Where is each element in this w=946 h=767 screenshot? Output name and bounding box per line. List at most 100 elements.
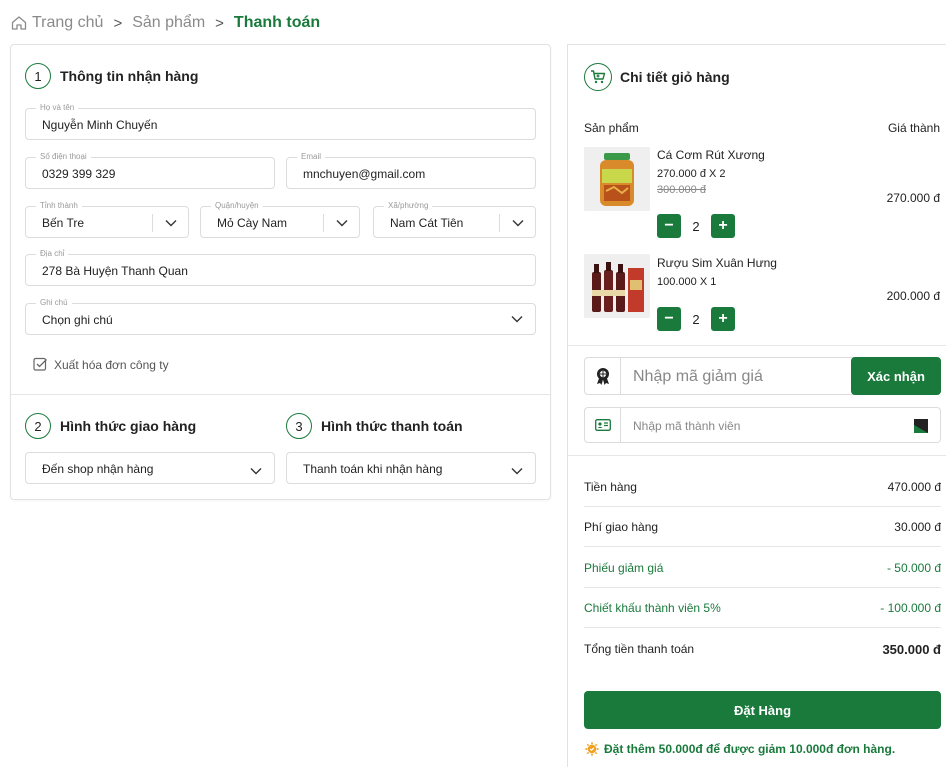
col-product-header: Sản phẩm (584, 121, 639, 135)
coupon-icon (585, 358, 621, 394)
payment-method-header: 3 Hình thức thanh toán (286, 413, 463, 439)
product-old-price: 300.000 đ (657, 184, 706, 196)
field-label: Tỉnh thành (36, 201, 82, 211)
col-price-header: Giá thành (887, 121, 940, 135)
summary-value: 350.000 đ (882, 641, 941, 657)
product-line-total: 200.000 đ (886, 289, 940, 303)
increase-qty-button[interactable]: + (711, 214, 735, 238)
field-value: mnchuyen@gmail.com (303, 167, 426, 181)
member-card-icon (585, 408, 621, 442)
quantity-value[interactable]: 2 (681, 312, 711, 327)
field-label: Ghi chú (36, 298, 72, 308)
step-number: 2 (25, 413, 51, 439)
field-value: 0329 399 329 (42, 167, 116, 181)
breadcrumb-products[interactable]: Sản phẩm (132, 14, 205, 32)
product-unit-price: 270.000 đ X 2 (657, 168, 726, 180)
checkbox-checked-icon[interactable] (33, 357, 48, 372)
product-line-total: 270.000 đ (886, 191, 940, 205)
field-value: Mỏ Cày Nam (217, 216, 288, 230)
cart-icon (584, 63, 612, 91)
select-value: Đến shop nhận hàng (42, 462, 154, 476)
product-image[interactable] (584, 147, 650, 211)
section-divider (568, 345, 946, 346)
field-label: Địa chỉ (36, 249, 69, 259)
cart-header: Chi tiết giỏ hàng (584, 63, 730, 91)
member-discount-row: Chiết khấu thành viên 5% - 100.000 đ (584, 588, 941, 628)
flag-icon[interactable] (914, 419, 928, 433)
section-title: Hình thức giao hàng (60, 418, 197, 434)
select-value: Thanh toán khi nhận hàng (303, 462, 443, 476)
field-label: Họ và tên (36, 103, 79, 113)
sun-badge-icon (584, 741, 600, 757)
full-name-field[interactable]: Họ và tên Nguyễn Minh Chuyến (25, 103, 536, 140)
chevron-down-icon[interactable] (511, 463, 523, 478)
quantity-stepper: − 2 + (657, 307, 735, 331)
coupon-input-group: Nhập mã giảm giá Xác nhận (584, 357, 941, 395)
product-unit-price: 100.000 X 1 (657, 276, 717, 288)
district-select[interactable]: Quận/huyện Mỏ Cày Nam (200, 201, 360, 238)
field-value: Nam Cát Tiên (390, 216, 464, 230)
delivery-method-select[interactable]: Đến shop nhận hàng (25, 452, 275, 484)
promo-note: Đặt thêm 50.000đ để được giảm 10.000đ đơ… (584, 741, 895, 757)
note-select[interactable]: Ghi chú Chọn ghi chú (25, 298, 536, 335)
section-divider (11, 394, 550, 395)
payment-method-select[interactable]: Thanh toán khi nhận hàng (286, 452, 536, 484)
step-number: 3 (286, 413, 312, 439)
home-icon[interactable] (10, 14, 28, 32)
breadcrumb-separator-icon: > (215, 14, 224, 32)
member-code-group: Nhập mã thành viên (584, 407, 941, 443)
chevron-down-icon[interactable] (152, 214, 188, 232)
invoice-checkbox[interactable]: Xuất hóa đơn công ty (33, 357, 169, 372)
address-field[interactable]: Địa chỉ 278 Bà Huyện Thanh Quan (25, 249, 536, 286)
promo-text: Đặt thêm 50.000đ để được giảm 10.000đ đơ… (604, 742, 896, 756)
field-value: 278 Bà Huyện Thanh Quan (42, 264, 188, 278)
member-code-input[interactable]: Nhập mã thành viên (633, 419, 740, 433)
decrease-qty-button[interactable]: − (657, 307, 681, 331)
chevron-down-icon[interactable] (250, 463, 262, 478)
province-select[interactable]: Tỉnh thành Bến Tre (25, 201, 189, 238)
place-order-button[interactable]: Đặt Hàng (584, 691, 941, 729)
field-label: Email (297, 152, 326, 162)
breadcrumb-current: Thanh toán (233, 14, 321, 31)
decrease-qty-button[interactable]: − (657, 214, 681, 238)
ward-select[interactable]: Xã/phường Nam Cát Tiên (373, 201, 536, 238)
section-title: Hình thức thanh toán (321, 418, 463, 434)
summary-label: Phí giao hàng (584, 519, 659, 534)
summary-value: - 50.000 đ (886, 560, 941, 575)
breadcrumb-separator-icon: > (113, 14, 123, 32)
product-image[interactable] (584, 254, 650, 318)
field-label: Số điện thoại (36, 152, 91, 162)
field-label: Xã/phường (384, 201, 433, 211)
cart-panel: Chi tiết giỏ hàng Sản phẩm Giá thành Cá … (567, 44, 946, 767)
field-value: Chọn ghi chú (42, 313, 113, 327)
phone-field[interactable]: Số điện thoại 0329 399 329 (25, 152, 275, 189)
quantity-stepper: − 2 + (657, 214, 735, 238)
breadcrumb: Trang chủ > Sản phẩm > Thanh toán (10, 12, 320, 34)
voucher-discount-row: Phiếu giảm giá - 50.000 đ (584, 548, 941, 588)
shipping-fee-row: Phí giao hàng 30.000 đ (584, 507, 941, 547)
apply-coupon-button[interactable]: Xác nhận (851, 357, 941, 395)
quantity-value[interactable]: 2 (681, 219, 711, 234)
field-value: Nguyễn Minh Chuyến (42, 118, 158, 132)
breadcrumb-home[interactable]: Trang chủ (32, 14, 103, 32)
coupon-code-input[interactable]: Nhập mã giảm giá (633, 368, 763, 386)
chevron-down-icon[interactable] (323, 214, 359, 232)
field-label: Quận/huyện (211, 201, 263, 211)
chevron-down-icon[interactable] (499, 214, 535, 232)
checkbox-label: Xuất hóa đơn công ty (54, 357, 169, 372)
summary-value: - 100.000 đ (880, 600, 941, 615)
delivery-method-header: 2 Hình thức giao hàng (25, 413, 196, 439)
chevron-down-icon[interactable] (499, 304, 535, 334)
shipping-info-header: 1 Thông tin nhận hàng (25, 63, 198, 89)
summary-label: Phiếu giảm giá (584, 560, 664, 575)
email-field[interactable]: Email mnchuyen@gmail.com (286, 152, 536, 189)
summary-label: Chiết khấu thành viên 5% (584, 600, 721, 615)
section-title: Thông tin nhận hàng (60, 68, 199, 84)
product-name[interactable]: Cá Cơm Rút Xương (657, 148, 765, 162)
summary-value: 470.000 đ (887, 479, 941, 494)
increase-qty-button[interactable]: + (711, 307, 735, 331)
product-name[interactable]: Rượu Sim Xuân Hưng (657, 256, 777, 270)
summary-label: Tiền hàng (584, 479, 637, 494)
field-value: Bến Tre (42, 216, 85, 230)
section-divider (568, 455, 946, 456)
